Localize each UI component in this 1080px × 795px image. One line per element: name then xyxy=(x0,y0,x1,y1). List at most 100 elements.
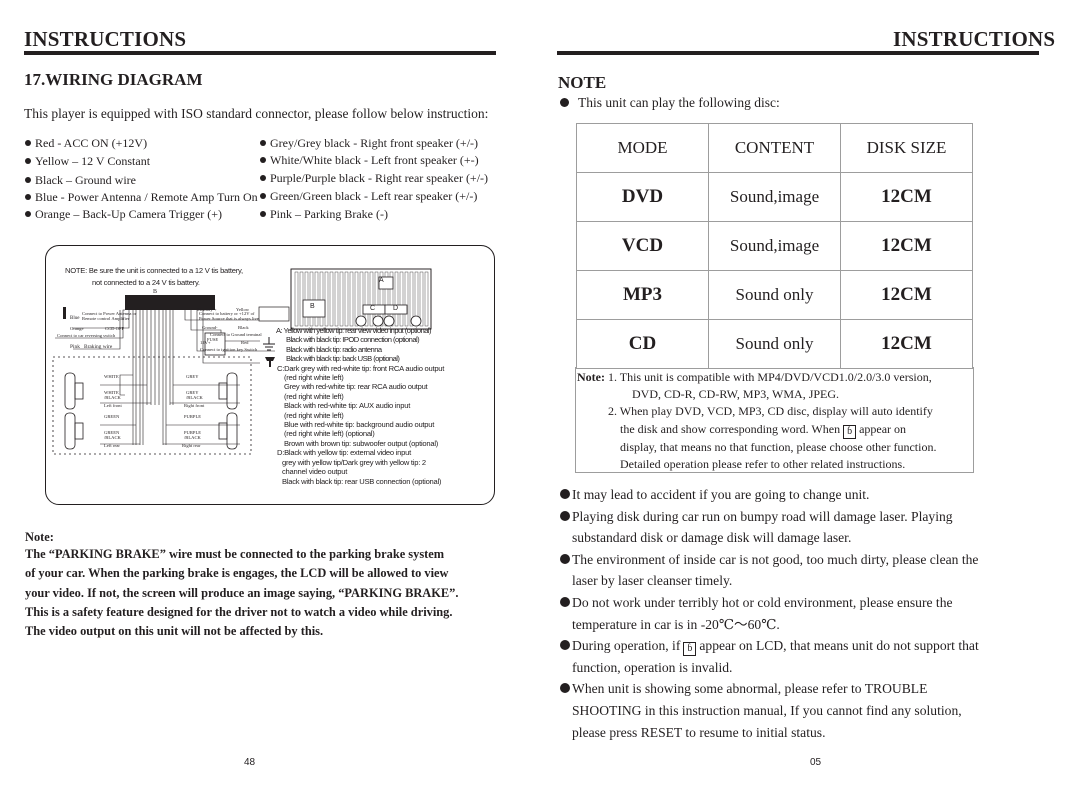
reversing-desc: Connect to car reversing switch xyxy=(57,333,116,338)
panel-label-b: B xyxy=(310,303,315,310)
12v-label: 12V+ xyxy=(200,340,211,345)
table-header-row: MODE CONTENT DISK SIZE xyxy=(576,123,973,173)
panel-label-c: C xyxy=(370,305,375,312)
panel-slot xyxy=(324,271,329,327)
panel-slot xyxy=(399,271,404,327)
bullet-icon xyxy=(25,194,31,201)
ccd-off-label: CCD OFF xyxy=(105,326,125,331)
compatibility-note: Note: 1. This unit is compatible with MP… xyxy=(577,370,937,471)
panel-slot xyxy=(424,271,429,327)
memory-desc: Connect to battery or +12V of Power Sour… xyxy=(199,311,260,321)
panel-slot xyxy=(304,271,309,327)
rear-panel-legend: A: Yellow with yellow tip: rear view vid… xyxy=(276,326,445,486)
function-invalid-icon: ɓ xyxy=(683,642,697,657)
panel-slot xyxy=(334,271,339,327)
speaker-left-rear-icon xyxy=(64,412,84,450)
bullet-icon xyxy=(560,489,570,499)
speaker-rr-plus-label: PURPLE xyxy=(184,414,202,419)
wire-item: Yellow – 12 V Constant xyxy=(25,154,150,169)
wire-item: Orange – Back-Up Camera Trigger (+) xyxy=(25,207,222,222)
speaker-lf-caption: Left front xyxy=(104,403,122,408)
table-row: CD Sound only 12CM xyxy=(576,319,973,369)
panel-jack xyxy=(372,315,384,327)
bullet-icon xyxy=(560,683,570,694)
connector-b-label: B xyxy=(153,289,158,295)
speaker-lf-minus-label: WHITE /BLACK xyxy=(104,390,121,400)
wiring-intro: This player is equipped with ISO standar… xyxy=(24,106,489,121)
list-item: The environment of inside car is not goo… xyxy=(560,549,979,592)
panel-slot xyxy=(419,271,424,327)
wire-item: Red - ACC ON (+12V) xyxy=(25,136,147,151)
bullet-icon xyxy=(560,640,570,651)
speaker-lf-plus-label: WHITE xyxy=(104,374,119,379)
column-header-disk-size: DISK SIZE xyxy=(840,123,973,173)
panel-label-d: D xyxy=(393,305,398,312)
right-page-header: INSTRUCTIONS xyxy=(893,27,1056,51)
page-number-right: 05 xyxy=(810,757,822,768)
bullet-icon xyxy=(560,553,570,564)
pink-label: Pink xyxy=(70,344,80,350)
blue-label: Blue xyxy=(70,316,80,321)
panel-slot xyxy=(369,271,374,327)
disc-intro: This unit can play the following disc: xyxy=(560,95,780,111)
panel-slot xyxy=(339,271,344,327)
bullet-icon xyxy=(560,596,570,607)
table-row: VCD Sound,image 12CM xyxy=(576,221,973,271)
wire-item: White/White black - Left front speaker (… xyxy=(260,153,479,168)
wire-item: Purple/Purple black - Right rear speaker… xyxy=(260,171,488,186)
bullet-icon xyxy=(260,211,266,218)
bullet-icon xyxy=(260,157,266,164)
parking-note-body: The “PARKING BRAKE” wire must be connect… xyxy=(25,547,459,639)
disc-support-table: MODE CONTENT DISK SIZE DVD Sound,image 1… xyxy=(576,123,973,369)
panel-slot xyxy=(394,271,399,327)
speaker-left-front-icon xyxy=(64,372,84,410)
ground-label: Ground- xyxy=(202,325,218,330)
panel-label-a: A xyxy=(379,277,384,284)
speaker-rf-caption: Right front xyxy=(184,403,205,408)
bullet-icon xyxy=(260,175,266,182)
panel-slot xyxy=(404,271,409,327)
wire-item: Pink – Parking Brake (-) xyxy=(260,207,388,222)
panel-slot xyxy=(319,271,324,327)
panel-slot xyxy=(294,271,299,327)
bullet-icon xyxy=(25,211,31,218)
list-item: It may lead to accident if you are going… xyxy=(560,484,979,506)
speaker-rf-minus-label: GREY /BLACK xyxy=(186,390,203,400)
ground-desc: Connect to Ground terminal xyxy=(210,332,262,337)
wire-item: Black – Ground wire xyxy=(25,173,136,188)
panel-slot xyxy=(364,271,369,327)
table-row: DVD Sound,image 12CM xyxy=(576,172,973,222)
battery-icon xyxy=(258,306,290,322)
list-item: Playing disk during car run on bumpy roa… xyxy=(560,506,979,549)
panel-jack xyxy=(355,315,367,327)
panel-jack xyxy=(410,315,422,327)
column-header-mode: MODE xyxy=(576,123,709,173)
speaker-rf-plus-label: GREY xyxy=(186,374,199,379)
right-header-rule xyxy=(557,51,1039,55)
speaker-lr-minus-label: GREEN /BLACK xyxy=(104,430,121,440)
bullet-icon xyxy=(25,158,31,165)
bullet-icon xyxy=(560,510,570,521)
left-page-header: INSTRUCTIONS xyxy=(24,27,187,51)
ground-icon xyxy=(263,337,275,351)
column-header-content: CONTENT xyxy=(708,123,841,173)
panel-slot xyxy=(329,271,334,327)
panel-jack xyxy=(383,315,395,327)
blue-desc: Connect to Power Antenna or Remote contr… xyxy=(82,311,137,321)
speaker-right-front-icon xyxy=(218,372,238,410)
speaker-right-rear-icon xyxy=(218,412,238,450)
wire-item: Grey/Grey black - Right front speaker (+… xyxy=(260,136,478,151)
left-header-rule xyxy=(24,51,496,55)
bullet-icon xyxy=(260,193,266,200)
speaker-area xyxy=(52,356,252,455)
ignition-desc: Connect to ignition key Switch xyxy=(200,347,258,352)
orange-label: Orange xyxy=(70,326,84,331)
section-title-note: NOTE xyxy=(558,73,607,92)
caution-list: It may lead to accident if you are going… xyxy=(560,484,979,743)
table-row: MP3 Sound only 12CM xyxy=(576,270,973,320)
function-invalid-icon: ɓ xyxy=(843,424,857,439)
braking-wire-label: Braking wire xyxy=(84,344,113,350)
panel-slot xyxy=(299,271,304,327)
panel-slot xyxy=(349,271,354,327)
list-item: When unit is showing some abnormal, plea… xyxy=(560,678,979,743)
